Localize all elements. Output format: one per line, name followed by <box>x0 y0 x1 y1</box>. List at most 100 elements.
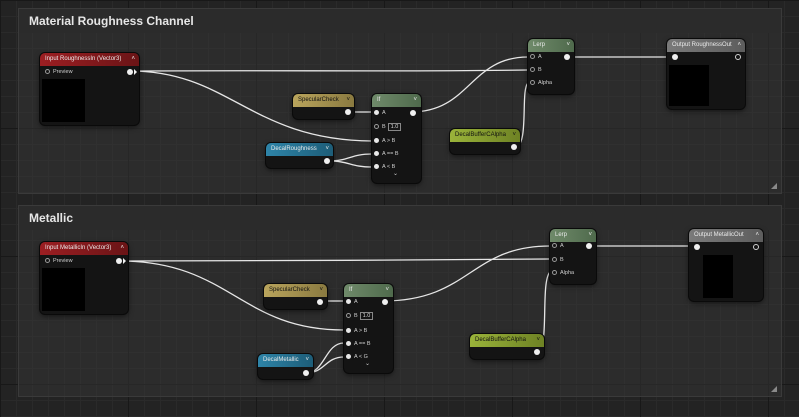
pin-icon[interactable] <box>346 341 351 347</box>
pin-a[interactable]: A <box>530 53 542 61</box>
output-pin[interactable] <box>735 54 741 60</box>
output-pin[interactable] <box>586 243 592 249</box>
node-header[interactable]: If ˅ <box>372 94 421 107</box>
collapse-icon[interactable]: ˄ <box>120 242 124 255</box>
output-pin[interactable] <box>127 69 133 75</box>
pin-icon[interactable] <box>45 69 50 75</box>
pin-icon[interactable] <box>530 80 535 86</box>
pin-a[interactable]: A <box>346 298 358 306</box>
input-pin[interactable] <box>672 54 678 60</box>
collapse-icon[interactable]: ˄ <box>737 39 741 52</box>
expand-icon[interactable]: ˅ <box>305 354 309 367</box>
output-roughness-node[interactable]: Output RoughnessOut ˄ <box>667 39 745 109</box>
pin-icon[interactable] <box>374 138 379 144</box>
expand-icon[interactable]: ˅ <box>536 334 540 347</box>
pin-icon[interactable] <box>374 164 379 170</box>
pin-icon[interactable] <box>346 299 351 305</box>
decal-buffer-node-metallic[interactable]: DecalBufferCAlpha ˅ <box>470 334 544 359</box>
preview-row[interactable]: Preview <box>45 68 73 76</box>
pin-b[interactable]: B <box>552 256 564 264</box>
pin-icon[interactable] <box>530 67 535 73</box>
chevron-down-icon[interactable]: ⌄ <box>365 360 370 367</box>
if-node-metallic[interactable]: If ˅ A B 1.0 A > B A == B A < G ⌄ <box>344 284 393 373</box>
node-header[interactable]: DecalMetallic ˅ <box>258 354 313 367</box>
input-roughness-node[interactable]: Input RoughnessIn (Vector3) ˄ Preview <box>40 53 139 125</box>
output-pin[interactable] <box>303 370 309 376</box>
specular-check-node[interactable]: SpecularCheck ˅ <box>264 284 327 309</box>
lerp-node-roughness[interactable]: Lerp ˅ A B Alpha <box>528 39 574 94</box>
node-header[interactable]: SpecularCheck ˅ <box>293 94 354 107</box>
pin-a-equals-b[interactable]: A == B <box>374 150 399 158</box>
output-pin[interactable] <box>317 299 323 305</box>
pin-alpha[interactable]: Alpha <box>530 79 552 87</box>
comment-title-roughness[interactable]: Material Roughness Channel <box>19 9 781 33</box>
pin-icon[interactable] <box>552 243 557 249</box>
output-pin[interactable] <box>116 258 122 264</box>
pin-icon[interactable] <box>374 110 379 116</box>
node-header[interactable]: If ˅ <box>344 284 393 297</box>
expand-icon[interactable]: ˅ <box>588 229 592 242</box>
node-header[interactable]: DecalRoughness ˅ <box>266 143 333 156</box>
pin-icon[interactable] <box>45 258 50 264</box>
b-value-field[interactable]: 1.0 <box>387 123 402 131</box>
output-pin[interactable] <box>382 299 388 305</box>
collapse-icon[interactable]: ˄ <box>755 229 759 242</box>
pin-a[interactable]: A <box>374 109 386 117</box>
output-pin[interactable] <box>345 109 351 115</box>
output-metallic-node[interactable]: Output MetallicOut ˄ <box>689 229 763 301</box>
expand-icon[interactable]: ˅ <box>385 284 389 297</box>
pin-icon[interactable] <box>346 354 351 360</box>
decal-metallic-node[interactable]: DecalMetallic ˅ <box>258 354 313 379</box>
output-pin[interactable] <box>410 110 416 116</box>
lerp-node-metallic[interactable]: Lerp ˅ A B Alpha <box>550 229 596 284</box>
node-header[interactable]: Input MetallicIn (Vector3) ˄ <box>40 242 128 255</box>
output-pin[interactable] <box>324 158 330 164</box>
pin-a-greater-b[interactable]: A > B <box>374 137 395 145</box>
pin-icon[interactable] <box>374 151 379 157</box>
node-header[interactable]: DecalBufferCAlpha ˅ <box>450 129 520 142</box>
decal-buffer-node-roughness[interactable]: DecalBufferCAlpha ˅ <box>450 129 520 154</box>
output-pin[interactable] <box>511 144 517 150</box>
collapse-icon[interactable]: ˄ <box>131 53 135 66</box>
expand-icon[interactable]: ˅ <box>413 94 417 107</box>
node-header[interactable]: Output MetallicOut ˄ <box>689 229 763 242</box>
node-header[interactable]: DecalBufferCAlpha ˅ <box>470 334 544 347</box>
expand-icon[interactable]: ˅ <box>346 94 350 107</box>
input-pin[interactable] <box>694 244 700 250</box>
output-pin[interactable] <box>534 349 540 355</box>
comment-metallic[interactable]: Metallic <box>18 205 782 397</box>
pin-icon[interactable] <box>552 270 557 276</box>
pin-icon[interactable] <box>552 257 557 263</box>
chevron-down-icon[interactable]: ⌄ <box>393 170 398 177</box>
pin-a-greater-b[interactable]: A > B <box>346 327 367 335</box>
pin-icon[interactable] <box>530 54 535 60</box>
pin-a-equals-b[interactable]: A == B <box>346 340 371 348</box>
pin-b[interactable]: B 1.0 <box>374 123 402 131</box>
pin-b[interactable]: B 1.0 <box>346 312 374 320</box>
expand-icon[interactable]: ˅ <box>566 39 570 52</box>
node-header[interactable]: Lerp ˅ <box>528 39 574 52</box>
expand-icon[interactable]: ˅ <box>512 129 516 142</box>
node-header[interactable]: Output RoughnessOut ˄ <box>667 39 745 52</box>
node-header[interactable]: SpecularCheck ˅ <box>264 284 327 297</box>
pin-icon[interactable] <box>374 124 379 130</box>
resize-grip-icon[interactable] <box>771 386 777 392</box>
output-pin[interactable] <box>564 54 570 60</box>
pin-b[interactable]: B <box>530 66 542 74</box>
pin-icon[interactable] <box>346 313 351 319</box>
input-metallic-node[interactable]: Input MetallicIn (Vector3) ˄ Preview <box>40 242 128 314</box>
if-node-roughness[interactable]: If ˅ A B 1.0 A > B A == B A < B ⌄ <box>372 94 421 183</box>
b-value-field[interactable]: 1.0 <box>359 312 374 320</box>
pin-alpha[interactable]: Alpha <box>552 269 574 277</box>
node-header[interactable]: Input RoughnessIn (Vector3) ˄ <box>40 53 139 66</box>
resize-grip-icon[interactable] <box>771 183 777 189</box>
pin-icon[interactable] <box>346 328 351 334</box>
expand-icon[interactable]: ˅ <box>319 284 323 297</box>
preview-row[interactable]: Preview <box>45 257 73 265</box>
node-header[interactable]: Lerp ˅ <box>550 229 596 242</box>
pin-a[interactable]: A <box>552 242 564 250</box>
output-pin[interactable] <box>753 244 759 250</box>
decal-roughness-node[interactable]: DecalRoughness ˅ <box>266 143 333 168</box>
comment-title-metallic[interactable]: Metallic <box>19 206 781 230</box>
expand-icon[interactable]: ˅ <box>325 143 329 156</box>
